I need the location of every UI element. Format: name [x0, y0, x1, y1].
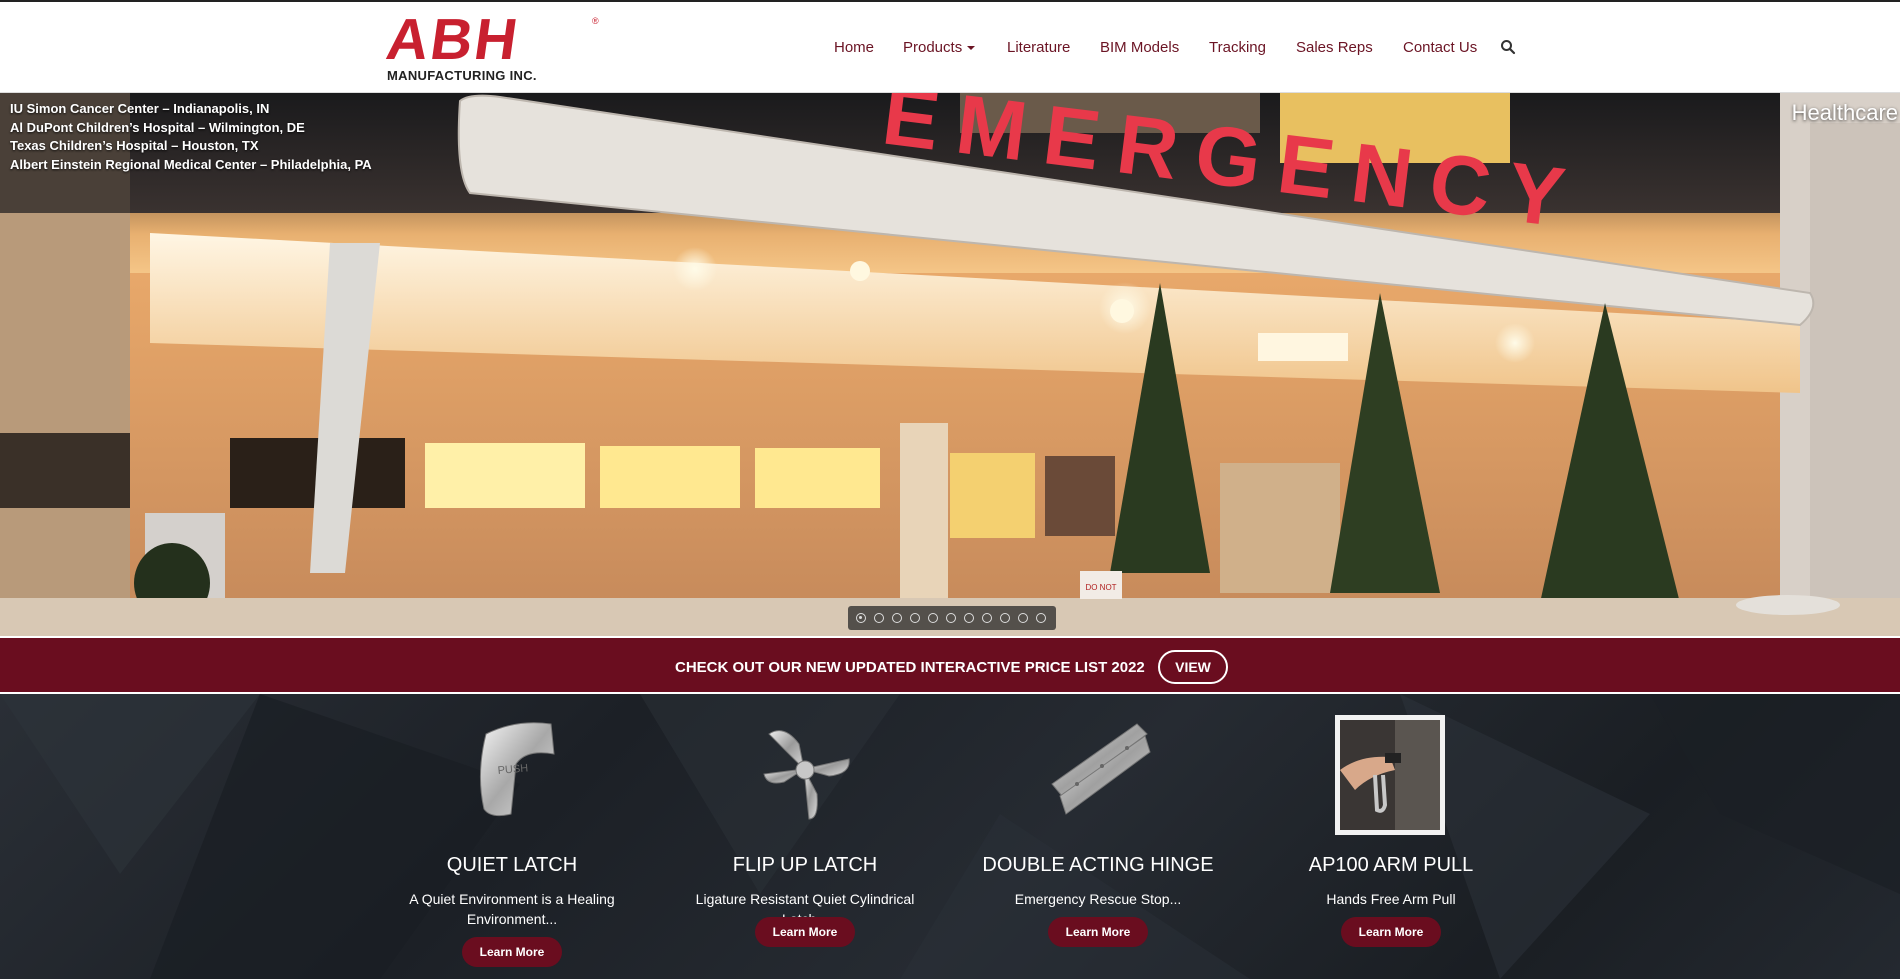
- learn-more-button[interactable]: Learn More: [755, 917, 855, 947]
- slide-dot[interactable]: [946, 613, 956, 623]
- slide-dot[interactable]: [910, 613, 920, 623]
- nav-contact-us[interactable]: Contact Us: [1403, 39, 1477, 56]
- nav-literature[interactable]: Literature: [1007, 39, 1070, 56]
- push-latch-image[interactable]: PUSH: [456, 714, 568, 826]
- product-title: FLIP UP LATCH: [732, 854, 878, 876]
- view-button[interactable]: VIEW: [1158, 650, 1228, 684]
- banner-text: CHECK OUT OUR NEW UPDATED INTERACTIVE PR…: [675, 659, 1145, 676]
- hinge-image[interactable]: [1042, 714, 1154, 826]
- slide-category: Healthcare: [1791, 100, 1898, 125]
- product-title: DOUBLE ACTING HINGE: [982, 854, 1214, 876]
- location-item: Albert Einstein Regional Medical Center …: [10, 156, 372, 172]
- slide-dot[interactable]: [856, 613, 866, 623]
- learn-more-button[interactable]: Learn More: [1341, 917, 1441, 947]
- flip-latch-image[interactable]: [749, 714, 861, 826]
- product-description: Emergency Rescue Stop...: [1014, 891, 1182, 907]
- slide-dot[interactable]: [892, 613, 902, 623]
- do-not-sign: DO NOT: [1085, 583, 1116, 592]
- main-nav: Home Products Literature BIM Models Trac…: [0, 39, 1900, 59]
- slide-dot[interactable]: [1036, 613, 1046, 623]
- learn-more-button[interactable]: Learn More: [1048, 917, 1148, 947]
- nav-sales-reps[interactable]: Sales Reps: [1296, 39, 1373, 56]
- svg-text:PUSH: PUSH: [497, 762, 529, 777]
- logo-subtitle: MANUFACTURING INC.: [387, 68, 537, 83]
- featured-products: PUSH QUIET LATCH A Quiet Environment is …: [0, 694, 1900, 979]
- caret-down-icon: [967, 46, 976, 51]
- nav-products[interactable]: Products: [903, 39, 976, 56]
- background-pattern: [0, 694, 1900, 979]
- slide-pagination: [848, 606, 1056, 630]
- project-locations: IU Simon Cancer Center – Indianapolis, I…: [10, 100, 372, 174]
- slide-dot[interactable]: [874, 613, 884, 623]
- slide-dot[interactable]: [982, 613, 992, 623]
- slide-dot[interactable]: [928, 613, 938, 623]
- nav-tracking[interactable]: Tracking: [1209, 39, 1266, 56]
- product-description: A Quiet Environment is a Healing Environ…: [409, 891, 615, 927]
- slide-dot[interactable]: [964, 613, 974, 623]
- nav-products-label: Products: [903, 39, 963, 56]
- hero-photo: EMERGENCY DO NOT: [0, 93, 1900, 636]
- nav-home[interactable]: Home: [834, 39, 874, 56]
- slide-dot[interactable]: [1018, 613, 1028, 623]
- location-item: IU Simon Cancer Center – Indianapolis, I…: [10, 101, 270, 116]
- learn-more-button[interactable]: Learn More: [462, 937, 562, 967]
- nav-bim-models[interactable]: BIM Models: [1100, 39, 1179, 56]
- product-description: Hands Free Arm Pull: [1326, 891, 1456, 907]
- price-list-banner: CHECK OUT OUR NEW UPDATED INTERACTIVE PR…: [0, 636, 1900, 694]
- location-item: Texas Children’s Hospital – Houston, TX: [10, 138, 259, 153]
- arm-pull-image[interactable]: [1335, 715, 1445, 835]
- location-item: Al DuPont Children’s Hospital – Wilmingt…: [10, 119, 305, 135]
- logo-registered-mark: ®: [592, 16, 599, 26]
- hero-slider: EMERGENCY DO NOT IU Simon Cancer Center …: [0, 93, 1900, 636]
- product-title: QUIET LATCH: [446, 854, 578, 876]
- slide-dot[interactable]: [1000, 613, 1010, 623]
- site-header: ABH ® MANUFACTURING INC. Home Products L…: [0, 0, 1900, 93]
- search-icon[interactable]: [1500, 39, 1516, 55]
- product-title: AP100 ARM PULL: [1308, 854, 1474, 876]
